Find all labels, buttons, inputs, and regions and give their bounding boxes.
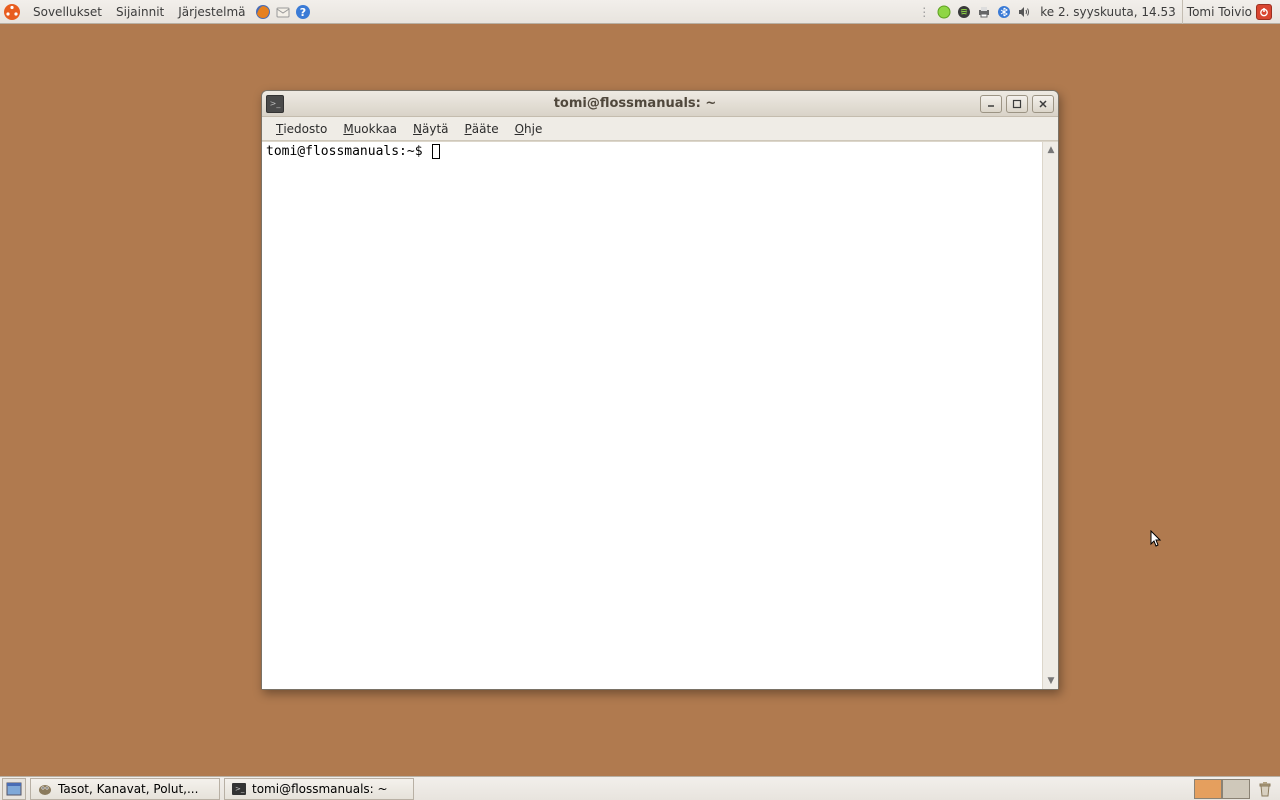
svg-text:>_: >_ [235,785,245,793]
scrollbar[interactable]: ▲ ▼ [1042,142,1058,689]
trash-icon[interactable] [1254,778,1276,800]
top-panel: Sovellukset Sijainnit Järjestelmä ? ⋮ ke… [0,0,1280,24]
menu-applications[interactable]: Sovellukset [26,0,109,24]
menu-file[interactable]: Tiedosto [268,117,335,141]
workspace-1[interactable] [1194,779,1222,799]
taskbar-label: Tasot, Kanavat, Polut,... [58,782,198,796]
titlebar[interactable]: >_ tomi@flossmanuals: ~ [262,91,1058,117]
menu-places[interactable]: Sijainnit [109,0,171,24]
printer-icon[interactable] [975,3,993,21]
terminal-text[interactable]: tomi@flossmanuals:~$ [262,142,1042,689]
status-online-icon[interactable] [935,3,953,21]
text-cursor-icon [432,144,440,159]
menu-help[interactable]: Ohje [507,117,551,141]
user-label: Tomi Toivio [1187,5,1252,19]
menu-terminal[interactable]: Pääte [457,117,507,141]
separator-icon: ⋮ [915,3,933,21]
bottom-panel: Tasot, Kanavat, Polut,... >_ tomi@flossm… [0,776,1280,800]
show-desktop-button[interactable] [2,778,26,800]
prompt: tomi@flossmanuals:~$ [266,144,423,159]
power-icon[interactable] [1256,4,1272,20]
scroll-down-icon[interactable]: ▼ [1044,674,1058,688]
maximize-button[interactable] [1006,95,1028,113]
help-icon[interactable]: ? [294,3,312,21]
workspace-2[interactable] [1222,779,1250,799]
minimize-button[interactable] [980,95,1002,113]
firefox-icon[interactable] [254,3,272,21]
mouse-cursor-icon [1150,530,1164,553]
scroll-up-icon[interactable]: ▲ [1044,143,1058,157]
close-button[interactable] [1032,95,1054,113]
terminal-icon: >_ [231,781,247,797]
volume-icon[interactable] [1015,3,1033,21]
svg-text:?: ? [299,6,305,19]
menu-edit[interactable]: Muokkaa [335,117,405,141]
window-controls [980,95,1054,113]
gimp-icon [37,781,53,797]
user-menu[interactable]: Tomi Toivio [1182,0,1280,24]
workspace-switcher[interactable] [1194,779,1250,799]
taskbar-item-gimp[interactable]: Tasot, Kanavat, Polut,... [30,778,220,800]
taskbar-item-terminal[interactable]: >_ tomi@flossmanuals: ~ [224,778,414,800]
clock[interactable]: ke 2. syyskuuta, 14.53 [1034,5,1182,19]
terminal-body[interactable]: tomi@flossmanuals:~$ ▲ ▼ [262,141,1058,689]
terminal-window: >_ tomi@flossmanuals: ~ Tiedosto Muokkaa… [261,90,1059,690]
ubuntu-logo-icon [2,2,22,22]
terminal-app-icon: >_ [266,95,284,113]
window-title: tomi@flossmanuals: ~ [290,96,980,111]
mail-icon[interactable] [274,3,292,21]
taskbar-label: tomi@flossmanuals: ~ [252,782,388,796]
menubar: Tiedosto Muokkaa Näytä Pääte Ohje [262,117,1058,141]
menu-view[interactable]: Näytä [405,117,457,141]
spotify-icon[interactable] [955,3,973,21]
menu-system[interactable]: Järjestelmä [171,0,252,24]
bluetooth-icon[interactable] [995,3,1013,21]
